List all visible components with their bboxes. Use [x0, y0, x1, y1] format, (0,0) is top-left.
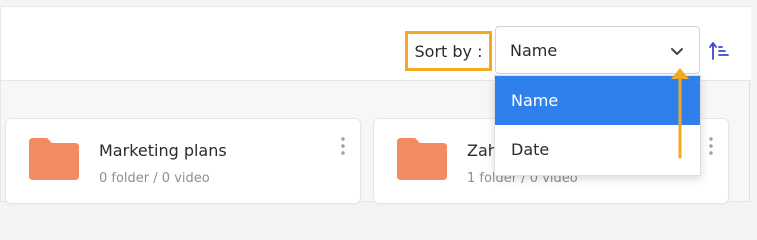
folder-card[interactable]: Marketing plans 0 folder / 0 video	[5, 118, 361, 204]
toolbar: Sort by : Name	[1, 7, 751, 81]
sort-by-label: Sort by :	[405, 31, 492, 71]
annotation-arrow-icon	[671, 68, 689, 159]
sort-option-label: Date	[511, 140, 550, 159]
content-panel: Sort by : Name Marketing plans 0 folder …	[0, 6, 751, 204]
chevron-down-icon	[671, 48, 683, 55]
folder-name: Marketing plans	[99, 141, 227, 160]
sort-selected-value: Name	[510, 41, 558, 60]
kebab-menu-icon[interactable]	[341, 137, 345, 155]
kebab-menu-icon[interactable]	[709, 137, 713, 155]
sort-ascending-icon[interactable]	[708, 39, 732, 63]
sort-by-text: Sort by :	[414, 41, 483, 61]
folder-meta: 0 folder / 0 video	[99, 171, 210, 186]
folder-icon	[29, 138, 79, 180]
folder-icon	[397, 138, 447, 180]
sort-option-label: Name	[511, 91, 559, 110]
